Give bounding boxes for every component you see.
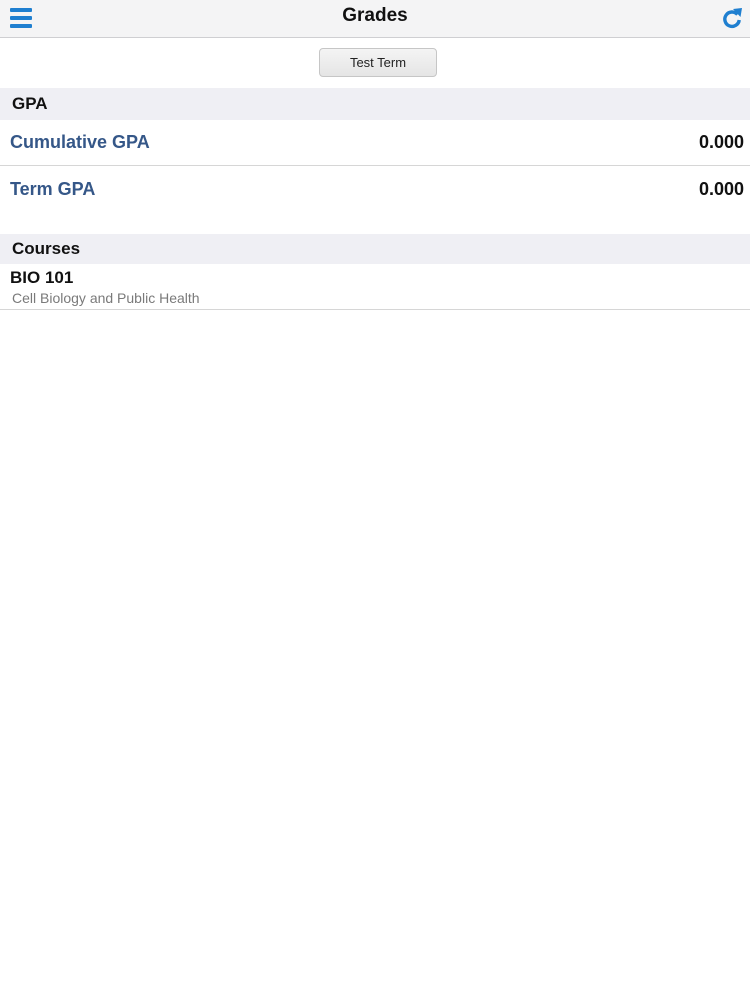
term-gpa-row: Term GPA 0.000 bbox=[0, 167, 750, 213]
term-gpa-value: 0.000 bbox=[698, 179, 744, 199]
gpa-section-header: GPA bbox=[0, 88, 750, 120]
course-list-item[interactable]: BIO 101 Cell Biology and Public Health bbox=[0, 264, 750, 310]
cumulative-gpa-label: Cumulative GPA bbox=[10, 132, 150, 152]
term-gpa-label: Term GPA bbox=[10, 179, 96, 199]
navigation-bar: Grades bbox=[0, 0, 750, 38]
page-title: Grades bbox=[342, 5, 408, 26]
course-name: Cell Biology and Public Health bbox=[12, 290, 200, 306]
refresh-icon[interactable] bbox=[720, 5, 744, 31]
section-spacer bbox=[0, 213, 750, 234]
term-selector-button[interactable]: Test Term bbox=[319, 48, 437, 77]
cumulative-gpa-row: Cumulative GPA 0.000 bbox=[0, 120, 750, 166]
course-code: BIO 101 bbox=[10, 268, 74, 287]
term-selector-bar: Test Term bbox=[0, 38, 750, 88]
courses-section-header: Courses bbox=[0, 234, 750, 264]
cumulative-gpa-value: 0.000 bbox=[698, 132, 744, 152]
